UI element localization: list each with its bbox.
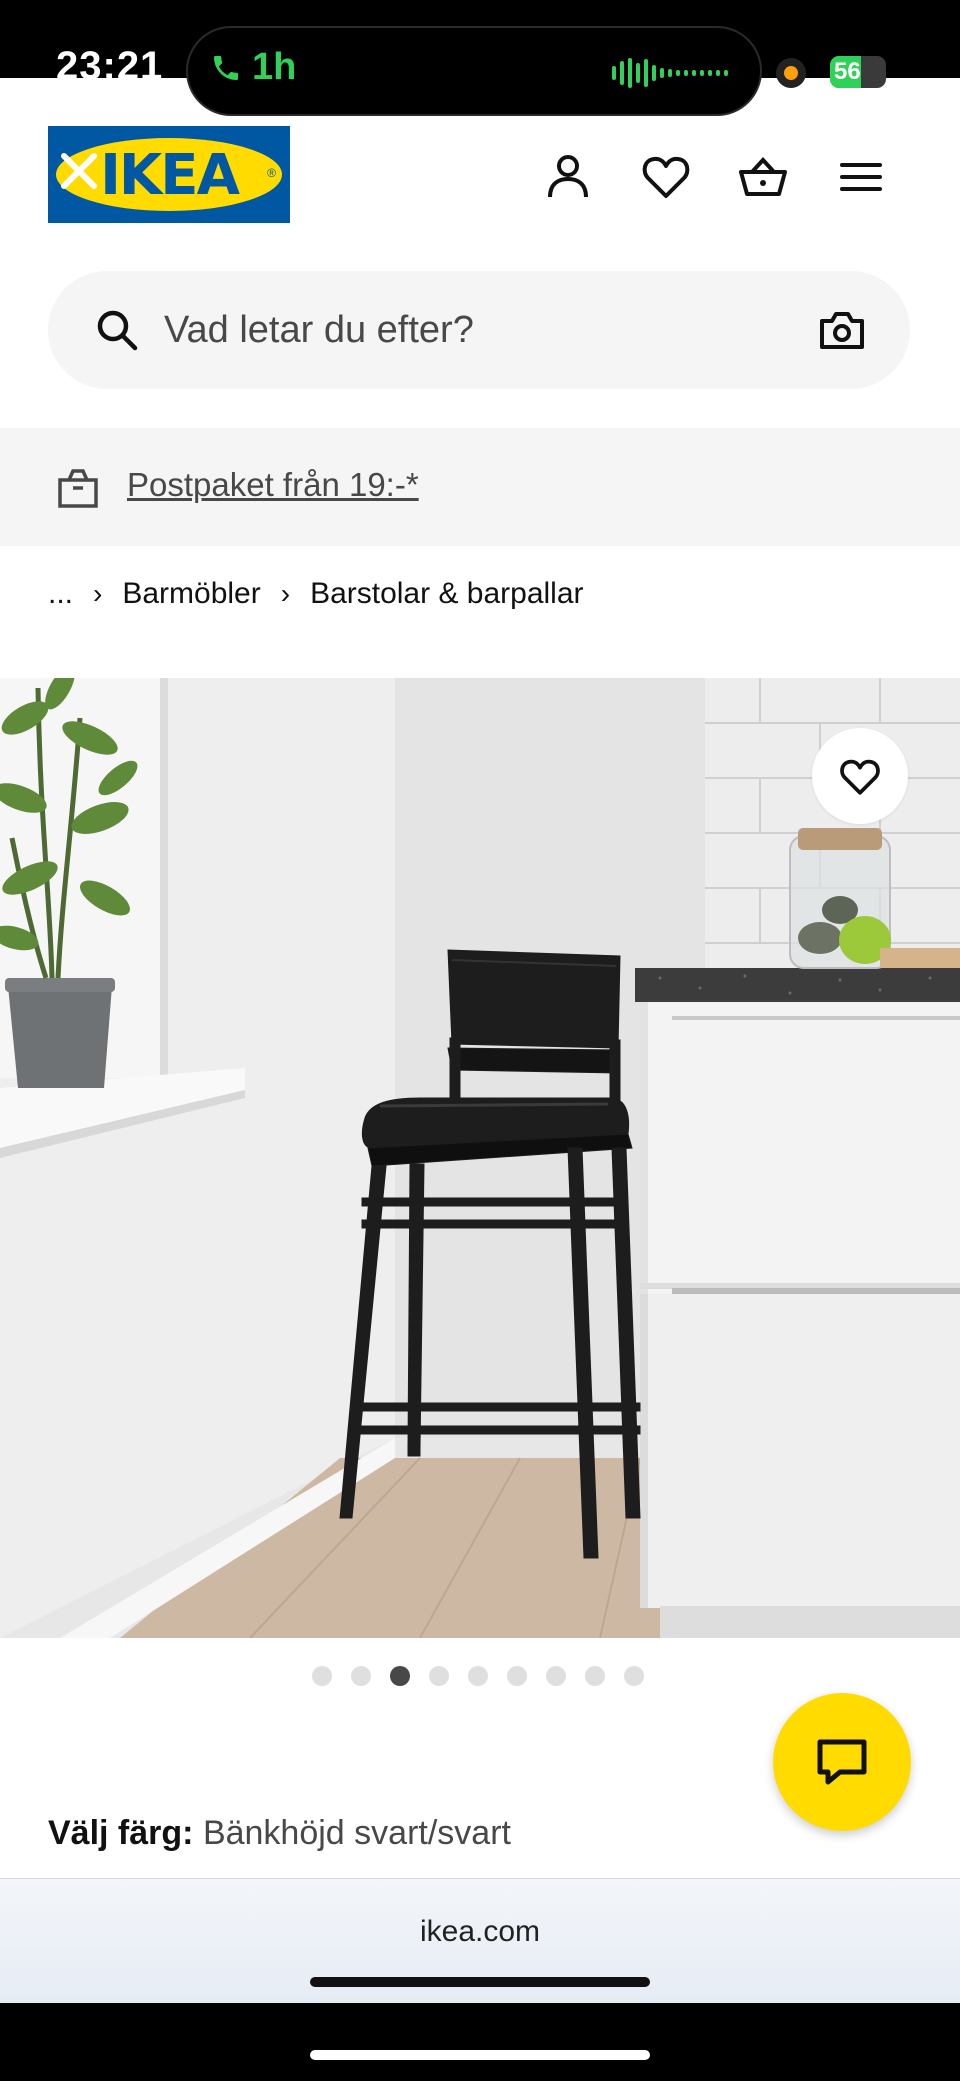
search-icon [97, 310, 138, 351]
close-icon[interactable] [54, 146, 104, 196]
url-display[interactable]: ikea.com [0, 1915, 960, 1949]
save-to-favourites-button[interactable] [812, 728, 908, 824]
chevron-right-icon: › [93, 578, 103, 609]
shopping-basket-icon[interactable] [736, 150, 790, 204]
chat-bubble-icon [817, 1739, 867, 1785]
recording-indicator-icon [776, 58, 806, 88]
breadcrumb-item-barmobler[interactable]: Barmöbler [122, 577, 260, 611]
browser-address-bar[interactable]: ikea.com [0, 1878, 960, 2003]
menu-icon[interactable] [834, 150, 888, 204]
product-photo-bar-stool [0, 678, 960, 1638]
heart-icon [840, 759, 880, 795]
carousel-dot[interactable] [429, 1666, 449, 1686]
web-page: IKEA ® Vad letar du efter? Postpaket frå… [0, 78, 960, 1878]
carousel-dot[interactable] [312, 1666, 332, 1686]
carousel-dot[interactable] [585, 1666, 605, 1686]
color-value: Bänkhöjd svart/svart [202, 1814, 511, 1852]
breadcrumb-item-barstolar[interactable]: Barstolar & barpallar [310, 577, 583, 611]
home-indicator-bottom[interactable] [310, 2050, 650, 2060]
breadcrumb-ellipsis[interactable]: ... [48, 577, 73, 611]
call-duration: 1h [252, 46, 297, 88]
search-input[interactable] [164, 301, 804, 359]
bottom-safe-area [0, 2003, 960, 2081]
carousel-dot[interactable] [507, 1666, 527, 1686]
phone-icon [214, 55, 238, 80]
audio-waveform-icon [612, 58, 728, 88]
product-image[interactable] [0, 678, 960, 1638]
carousel-dot[interactable] [546, 1666, 566, 1686]
carousel-dot[interactable] [624, 1666, 644, 1686]
chat-button[interactable] [773, 1693, 911, 1831]
color-label: Välj färg: [48, 1814, 194, 1852]
carousel-dot[interactable] [351, 1666, 371, 1686]
account-icon[interactable] [541, 150, 595, 204]
search-bar[interactable] [48, 271, 910, 389]
carousel-dot[interactable] [468, 1666, 488, 1686]
ikea-logo[interactable]: IKEA ® [48, 126, 290, 223]
camera-search-icon[interactable] [818, 309, 866, 351]
color-selector[interactable]: Välj färg: Bänkhöjd svart/svart [48, 1814, 511, 1853]
call-indicator[interactable]: 1h [210, 46, 296, 89]
home-indicator[interactable] [310, 1977, 650, 1987]
image-carousel-pagination [312, 1666, 644, 1686]
carousel-dot-active[interactable] [390, 1666, 410, 1686]
favourites-icon[interactable] [639, 150, 693, 204]
battery-level: 56 [834, 58, 861, 85]
delivery-box-icon [58, 469, 98, 508]
dynamic-island[interactable]: 1h [186, 26, 762, 116]
promo-banner: Postpaket från 19:-* [0, 428, 960, 546]
breadcrumb: ... › Barmöbler › Barstolar & barpallar [48, 577, 584, 611]
promo-link[interactable]: Postpaket från 19:-* [127, 466, 419, 504]
chevron-right-icon: › [280, 578, 291, 609]
battery-icon: 56 [830, 56, 886, 88]
